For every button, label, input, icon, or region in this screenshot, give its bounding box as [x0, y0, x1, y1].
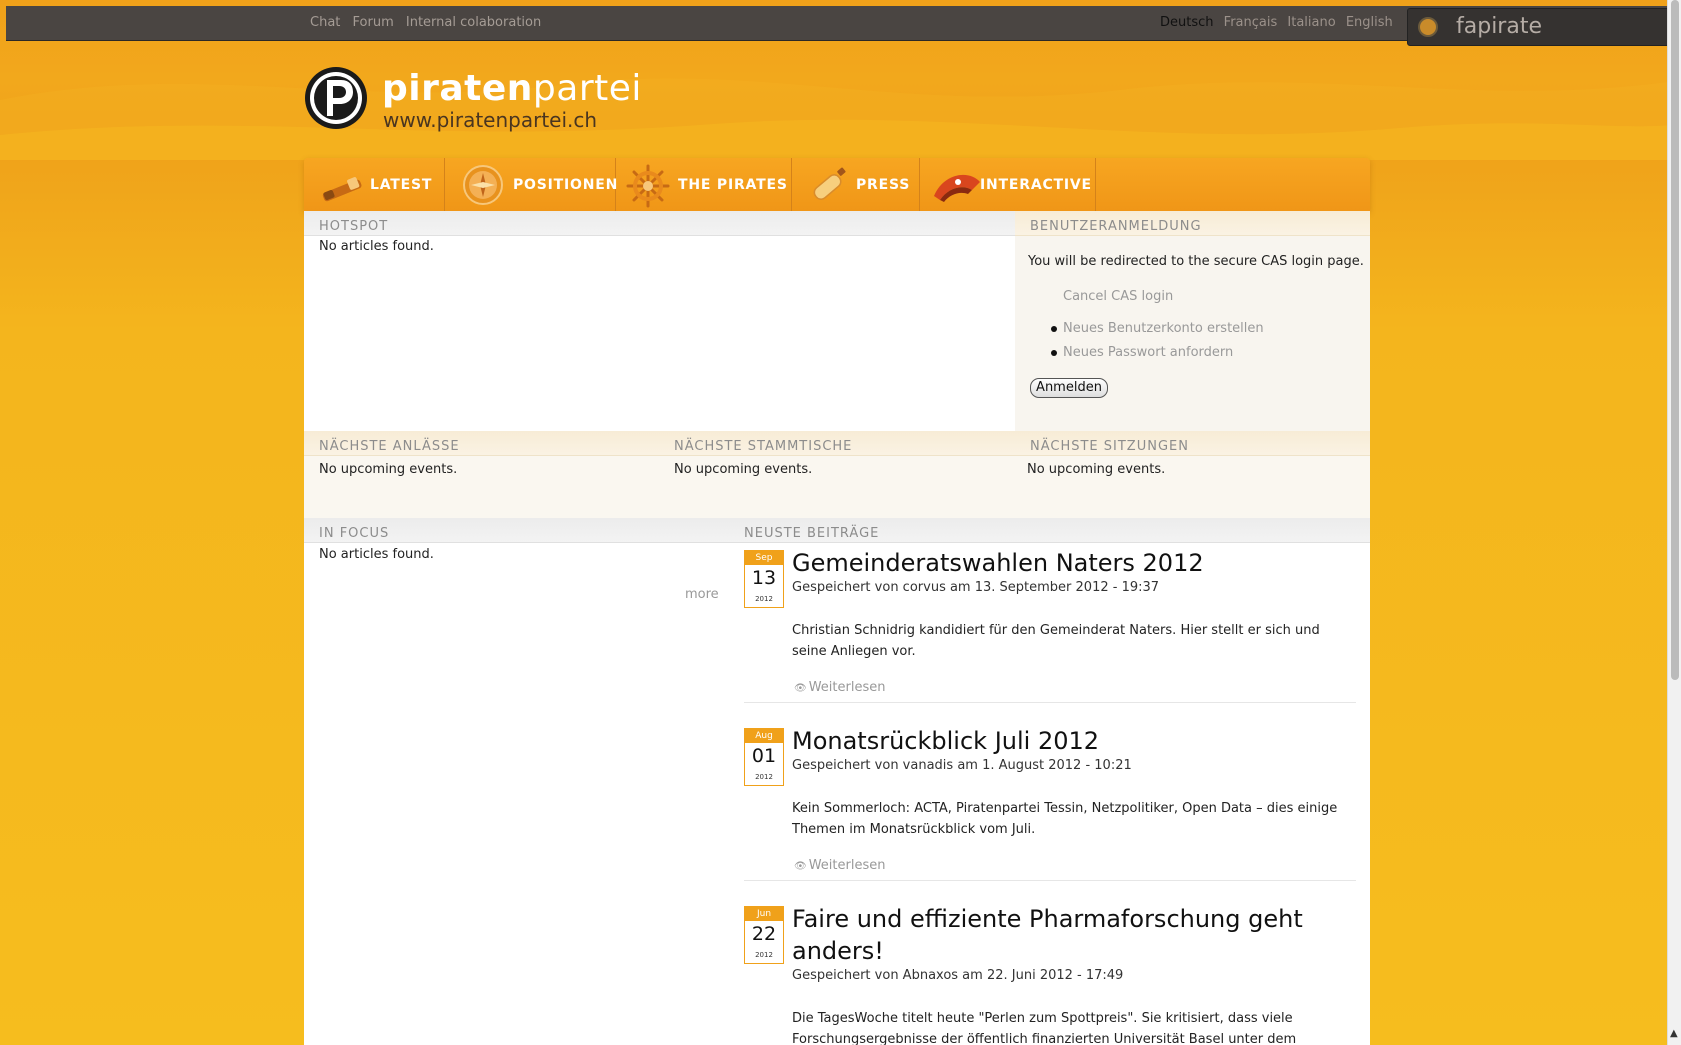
in-focus-empty-text: No articles found. — [319, 547, 434, 562]
nav-item-interactive-label: INTERACTIVE — [980, 177, 1092, 193]
post-date-year: 2012 — [755, 595, 773, 603]
post-date-day: 22 — [751, 923, 777, 945]
nav-item-press-label: PRESS — [856, 177, 911, 193]
lang-english[interactable]: English — [1346, 15, 1393, 30]
nav-item-the-pirates-label: THE PIRATES — [678, 177, 788, 193]
logo-wordmark-light: partei — [532, 68, 642, 109]
login-message: You will be redirected to the secure CAS… — [1028, 254, 1364, 269]
pirate-party-logo-icon — [305, 67, 367, 129]
post-date: Jun 22 2012 — [744, 906, 784, 964]
scroll-down-arrow-icon[interactable]: ▲ — [1670, 1028, 1678, 1039]
main-navigation: LATEST POSITIONEN THE PIRATES PRESS INTE… — [304, 158, 1370, 211]
eye-icon: 👁 — [794, 861, 807, 872]
list-bullet — [1051, 350, 1057, 356]
post-date-day: 13 — [751, 567, 777, 589]
post-meta: Gespeichert von corvus am 13. September … — [792, 580, 1160, 595]
post-item: Sep 13 2012 Gemeinderatswahlen Naters 20… — [744, 547, 1364, 720]
in-focus-more-link[interactable]: more — [685, 587, 719, 602]
compass-icon — [463, 165, 503, 205]
user-avatar-icon — [1418, 17, 1438, 37]
background-dunes — [0, 78, 1681, 160]
read-more-link[interactable]: 👁 Weiterlesen — [794, 680, 885, 695]
in-focus-header: IN FOCUS — [304, 518, 729, 543]
events-header-stammtische: NÄCHSTE STAMMTISCHE — [659, 431, 1015, 456]
post-separator — [744, 880, 1356, 881]
post-title[interactable]: Faire und effiziente Pharmaforschung geh… — [792, 903, 1312, 967]
eye-icon: 👁 — [794, 683, 807, 694]
nav-item-latest-label: LATEST — [370, 177, 433, 193]
read-more-label: Weiterlesen — [808, 680, 886, 695]
hotspot-header: HOTSPOT — [304, 211, 1015, 236]
logo-url: www.piratenpartei.ch — [383, 108, 598, 132]
events-empty-stammtische: No upcoming events. — [674, 462, 813, 477]
post-date: Aug 01 2012 — [744, 728, 784, 786]
top-links: Chat Forum Internal colaboration — [310, 15, 549, 30]
post-item: Jun 22 2012 Faire und effiziente Pharmaf… — [744, 903, 1364, 1045]
post-date-year: 2012 — [755, 773, 773, 781]
login-header: BENUTZERANMELDUNG — [1015, 211, 1370, 236]
post-teaser: Kein Sommerloch: ACTA, Piratenpartei Tes… — [792, 801, 1338, 837]
events-empty-anlaesse: No upcoming events. — [319, 462, 458, 477]
events-header-sitzungen: NÄCHSTE SITZUNGEN — [1015, 431, 1370, 456]
post-meta: Gespeichert von Abnaxos am 22. Juni 2012… — [792, 968, 1124, 983]
nav-item-the-pirates[interactable]: THE PIRATES — [616, 158, 792, 211]
top-link-forum[interactable]: Forum — [353, 15, 394, 30]
top-link-chat[interactable]: Chat — [310, 15, 340, 30]
scrollbar-thumb[interactable] — [1671, 0, 1679, 680]
ship-wheel-icon — [626, 164, 670, 208]
pirate-hat-icon — [934, 174, 980, 202]
site-logo[interactable]: piratenpartei www.piratenpartei.ch — [304, 66, 641, 136]
user-name: fapirate — [1456, 14, 1542, 39]
login-block: BENUTZERANMELDUNG You will be redirected… — [1015, 211, 1370, 431]
cancel-cas-login-link[interactable]: Cancel CAS login — [1063, 289, 1173, 304]
events-empty-sitzungen: No upcoming events. — [1027, 462, 1166, 477]
post-separator — [744, 702, 1356, 703]
post-teaser: Die TagesWoche titelt heute "Perlen zum … — [792, 1011, 1297, 1045]
post-item: Aug 01 2012 Monatsrückblick Juli 2012 Ge… — [744, 725, 1364, 898]
read-more-label: Weiterlesen — [808, 858, 886, 873]
nav-item-positionen-label: POSITIONEN — [513, 177, 619, 193]
list-bullet — [1051, 326, 1057, 332]
user-box[interactable]: fapirate — [1407, 8, 1677, 46]
post-title[interactable]: Monatsrückblick Juli 2012 — [792, 725, 1352, 757]
post-teaser: Christian Schnidrig kandidiert für den G… — [792, 623, 1320, 659]
post-date-day: 01 — [751, 745, 777, 767]
lang-francais[interactable]: Français — [1224, 15, 1278, 30]
read-more-link[interactable]: 👁 Weiterlesen — [794, 858, 885, 873]
post-title[interactable]: Gemeinderatswahlen Naters 2012 — [792, 547, 1352, 579]
top-bar: Chat Forum Internal colaboration Deutsch… — [6, 6, 1681, 46]
main-content: HOTSPOT No articles found. BENUTZERANMEL… — [304, 211, 1370, 1045]
hotspot-empty-text: No articles found. — [319, 239, 434, 254]
nav-item-interactive[interactable]: INTERACTIVE — [920, 158, 1096, 211]
lang-italiano[interactable]: Italiano — [1287, 15, 1335, 30]
login-button[interactable]: Anmelden — [1030, 378, 1108, 398]
spyglass-icon — [322, 177, 362, 202]
post-meta: Gespeichert von vanadis am 1. August 201… — [792, 758, 1132, 773]
post-date: Sep 13 2012 — [744, 550, 784, 608]
browser-page: Chat Forum Internal colaboration Deutsch… — [0, 0, 1681, 1045]
post-date-year: 2012 — [755, 951, 773, 959]
lang-deutsch[interactable]: Deutsch — [1160, 15, 1214, 30]
logo-wordmark-bold: piraten — [382, 68, 533, 109]
request-password-link[interactable]: Neues Passwort anfordern — [1063, 345, 1233, 360]
language-switcher: Deutsch Français Italiano English — [1154, 15, 1393, 30]
nav-item-positionen[interactable]: POSITIONEN — [445, 158, 619, 211]
vertical-scrollbar[interactable]: ▲ — [1667, 0, 1681, 1045]
top-link-internal-colaboration[interactable]: Internal colaboration — [406, 15, 541, 30]
post-date-month: Aug — [745, 729, 783, 743]
create-account-link[interactable]: Neues Benutzerkonto erstellen — [1063, 321, 1264, 336]
message-bottle-icon — [813, 167, 846, 200]
logo-wordmark: piratenpartei — [382, 68, 642, 109]
latest-posts-header: NEUSTE BEITRÄGE — [729, 518, 1370, 543]
nav-item-press[interactable]: PRESS — [792, 158, 920, 211]
post-date-month: Sep — [745, 551, 783, 565]
post-date-month: Jun — [745, 907, 783, 921]
events-section: NÄCHSTE ANLÄSSE NÄCHSTE STAMMTISCHE NÄCH… — [304, 431, 1370, 518]
nav-item-latest[interactable]: LATEST — [304, 158, 445, 211]
events-header-anlaesse: NÄCHSTE ANLÄSSE — [304, 431, 659, 456]
